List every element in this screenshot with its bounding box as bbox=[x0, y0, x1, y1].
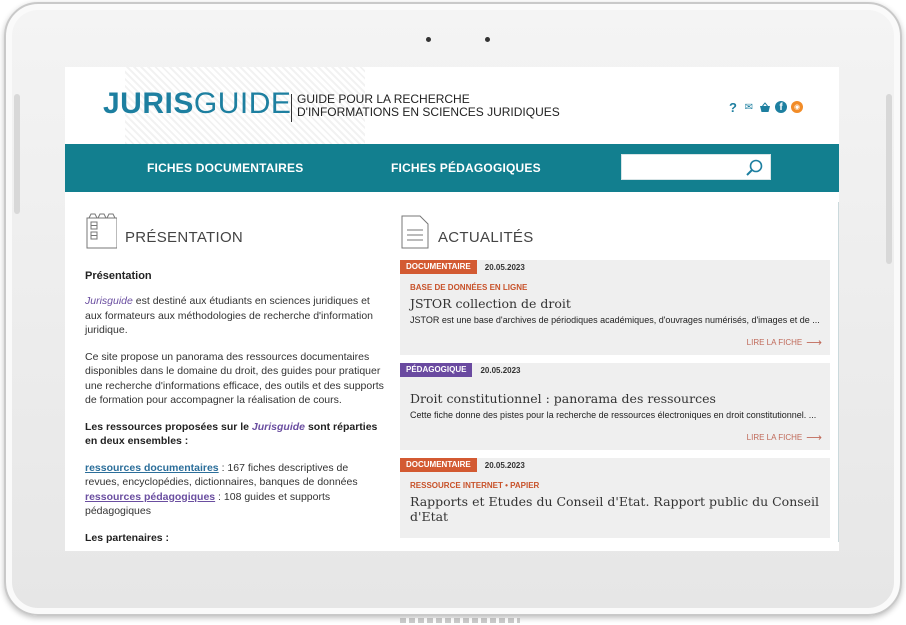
mail-icon[interactable]: ✉ bbox=[743, 101, 755, 113]
nav-fiches-documentaires[interactable]: FICHES DOCUMENTAIRES bbox=[147, 161, 303, 175]
news-kind: RESSOURCE INTERNET • PAPIER bbox=[410, 481, 540, 490]
side-button-right bbox=[886, 94, 892, 264]
news-title-link[interactable]: JSTOR collection de droit bbox=[400, 292, 830, 311]
presentation-paragraph-2: Ce site propose un panorama des ressourc… bbox=[85, 350, 384, 407]
basket-icon[interactable] bbox=[759, 101, 771, 113]
ressources-documentaires-link[interactable]: ressources documentaires bbox=[85, 462, 219, 474]
rss-icon[interactable]: ◉ bbox=[791, 101, 803, 113]
category-badge: DOCUMENTAIRE bbox=[400, 458, 477, 472]
news-card[interactable]: DOCUMENTAIRE 20.05.2023 RESSOURCE INTERNE… bbox=[400, 458, 830, 538]
news-kind: BASE DE DONNÉES EN LIGNE bbox=[410, 283, 528, 292]
site-tagline: GUIDE POUR LA RECHERCHE D'INFORMATIONS E… bbox=[297, 92, 560, 119]
news-card[interactable]: PÉDAGOGIQUE 20.05.2023 Droit constitution… bbox=[400, 363, 830, 450]
arrow-right-icon: ⟶ bbox=[806, 432, 822, 444]
presentation-column: PRÉSENTATION Présentation Jurisguide est… bbox=[85, 210, 385, 545]
right-divider bbox=[838, 202, 839, 542]
presentation-heading: Présentation bbox=[85, 270, 152, 282]
document-icon bbox=[401, 215, 429, 249]
news-date: 20.05.2023 bbox=[484, 460, 525, 470]
side-button-left bbox=[14, 94, 20, 214]
search-input[interactable] bbox=[621, 154, 771, 180]
screen: JURISGUIDE GUIDE POUR LA RECHERCHE D'INF… bbox=[65, 67, 839, 551]
presentation-paragraph-3: Les ressources proposées sur le Jurisgui… bbox=[85, 420, 378, 448]
news-card[interactable]: DOCUMENTAIRE 20.05.2023 BASE DE DONNÉES E… bbox=[400, 260, 830, 355]
category-badge: DOCUMENTAIRE bbox=[400, 260, 477, 274]
facebook-icon[interactable]: f bbox=[775, 101, 787, 113]
category-badge: PÉDAGOGIQUE bbox=[400, 363, 473, 377]
header-icons: ? ✉ f ◉ bbox=[727, 100, 803, 115]
news-column: ACTUALITÉS DOCUMENTAIRE 20.05.2023 BASE D… bbox=[400, 210, 830, 538]
help-icon[interactable]: ? bbox=[727, 100, 739, 115]
nav-fiches-pedagogiques[interactable]: FICHES PÉDAGOGIQUES bbox=[391, 161, 541, 175]
search-icon[interactable] bbox=[744, 158, 764, 178]
news-title-link[interactable]: Rapports et Etudes du Conseil d'Etat. Ra… bbox=[400, 490, 830, 524]
arrow-right-icon: ⟶ bbox=[806, 337, 822, 349]
presentation-paragraph-1: Jurisguide est destiné aux étudiants en … bbox=[85, 295, 373, 336]
news-desc: Cette fiche donne des pistes pour la rec… bbox=[410, 410, 817, 420]
camera-dot bbox=[426, 37, 431, 42]
news-header: ACTUALITÉS bbox=[400, 210, 830, 250]
news-desc: JSTOR est une base d'archives de périodi… bbox=[410, 315, 820, 325]
site-header: JURISGUIDE GUIDE POUR LA RECHERCHE D'INF… bbox=[65, 67, 839, 144]
ressources-pedagogiques-link[interactable]: ressources pédagogiques bbox=[85, 491, 215, 503]
news-title-link[interactable]: Droit constitutionnel : panorama des res… bbox=[400, 377, 830, 406]
partners-heading: Les partenaires : bbox=[85, 531, 170, 544]
news-title: ACTUALITÉS bbox=[438, 229, 534, 246]
building-icon bbox=[86, 213, 117, 249]
main-nav: FICHES DOCUMENTAIRES FICHES PÉDAGOGIQUES bbox=[65, 144, 839, 192]
sensor-dot bbox=[485, 37, 490, 42]
presentation-title: PRÉSENTATION bbox=[125, 229, 244, 246]
logo-separator bbox=[291, 94, 292, 122]
site-logo[interactable]: JURISGUIDE bbox=[103, 87, 291, 121]
news-date: 20.05.2023 bbox=[484, 262, 525, 272]
resources-list: ressources documentaires : 167 fiches de… bbox=[85, 461, 358, 518]
read-more-link[interactable]: LIRE LA FICHE ⟶ bbox=[400, 421, 830, 450]
presentation-header: PRÉSENTATION bbox=[85, 210, 385, 250]
reflection bbox=[400, 618, 520, 623]
read-more-link[interactable]: LIRE LA FICHE ⟶ bbox=[400, 326, 830, 355]
news-date: 20.05.2023 bbox=[480, 365, 521, 375]
